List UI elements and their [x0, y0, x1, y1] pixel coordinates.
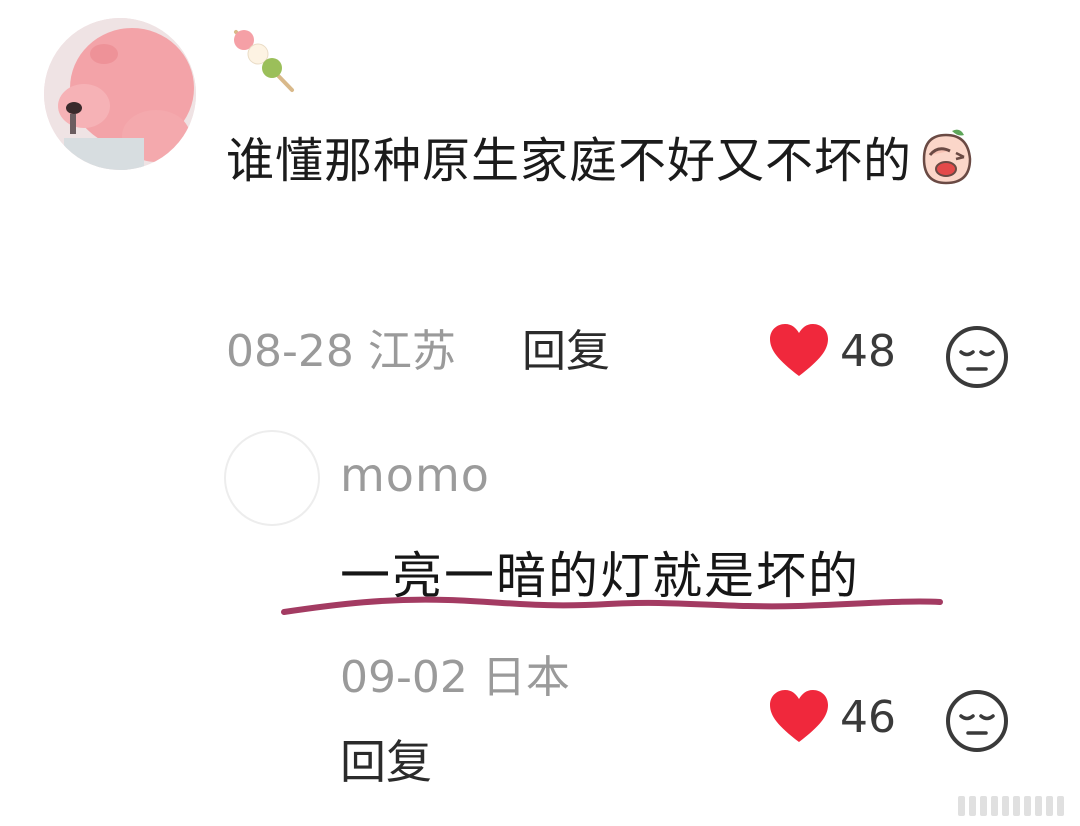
reply-location: 日本 — [481, 652, 570, 703]
facepalm-crying-emoji-icon — [916, 127, 978, 187]
underline-annotation — [278, 582, 946, 626]
watermark-bars — [958, 796, 1064, 816]
reply-reply-button[interactable]: 回复 — [340, 730, 432, 794]
comment-body: 谁懂那种原生家庭不好又不坏的 — [226, 120, 1026, 202]
skewer-dango-icon — [226, 24, 298, 96]
dislike-face-icon[interactable] — [944, 688, 1010, 754]
reply-button[interactable]: 回复 — [522, 322, 610, 382]
comment-date: 08-28 — [226, 326, 354, 377]
reply-like-button[interactable]: 46 — [768, 688, 896, 748]
dislike-face-icon[interactable] — [944, 324, 1010, 390]
heart-icon — [768, 322, 830, 382]
reply-meta: 09-02 日本 — [340, 648, 570, 708]
reply-date: 09-02 — [340, 652, 468, 703]
like-count: 48 — [840, 326, 896, 377]
comment-meta: 08-28 江苏 — [226, 322, 456, 382]
reply-avatar[interactable] — [224, 430, 320, 526]
heart-icon — [768, 688, 830, 748]
reply-username[interactable]: momo — [340, 448, 490, 502]
reply-like-count: 46 — [840, 692, 896, 743]
user-avatar[interactable] — [44, 18, 196, 170]
comment-location: 江苏 — [367, 326, 456, 377]
like-button[interactable]: 48 — [768, 322, 896, 382]
comment-text: 谁懂那种原生家庭不好又不坏的 — [226, 133, 913, 189]
